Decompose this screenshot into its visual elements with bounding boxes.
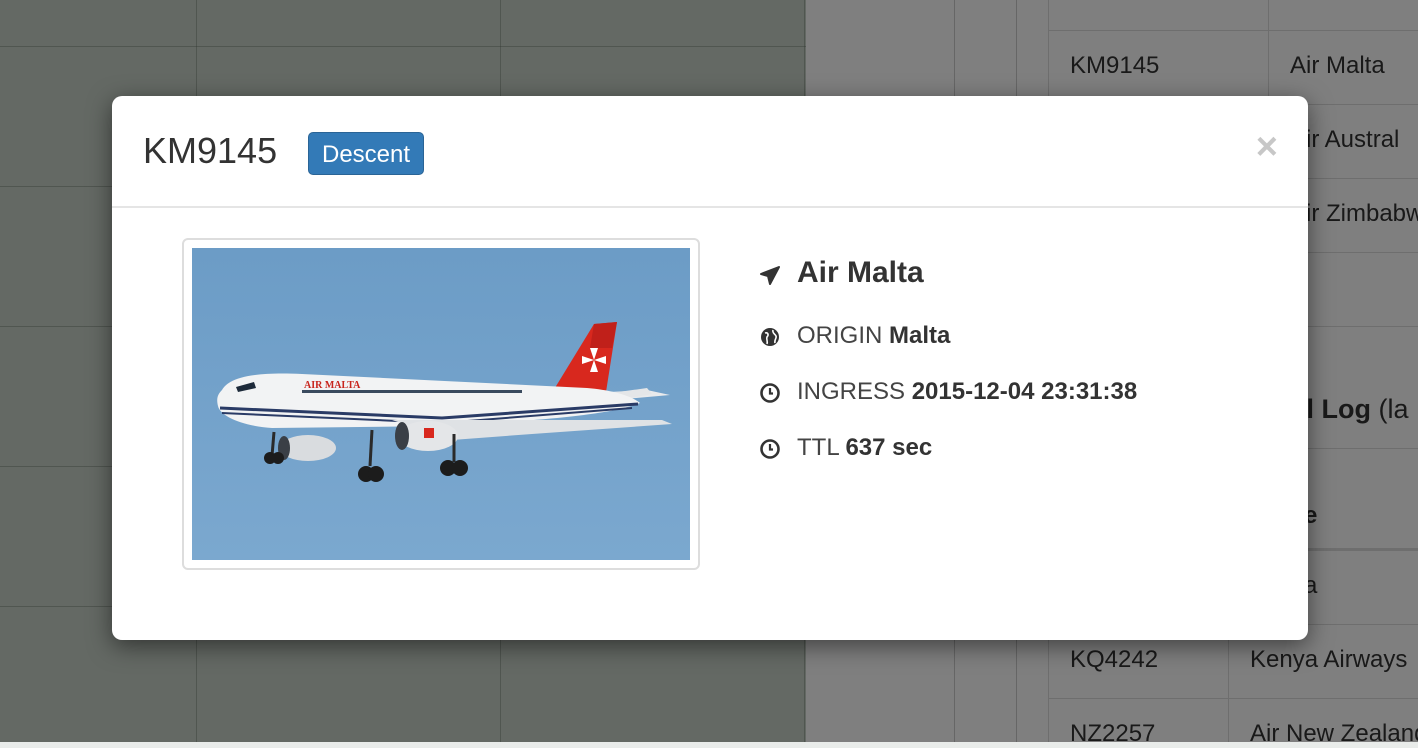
- close-button[interactable]: ×: [1256, 128, 1278, 166]
- svg-text:AIR MALTA: AIR MALTA: [304, 380, 361, 391]
- ingress-text: INGRESS 2015-12-04 23:31:38: [797, 378, 1138, 405]
- flight-code-title: KM9145: [143, 130, 278, 171]
- clock-icon: [760, 439, 780, 459]
- origin-text: ORIGIN Malta: [797, 322, 951, 349]
- aircraft-photo: AIR MALTA: [182, 238, 700, 570]
- globe-icon: [761, 328, 779, 346]
- status-badge: Descent: [308, 132, 425, 175]
- flight-detail-modal: KM9145 Descent × AIR MALTA Air Malta ORI…: [112, 96, 1308, 640]
- plane-icon: [760, 266, 780, 285]
- ttl-text: TTL 637 sec: [797, 434, 933, 461]
- airline-name: Air Malta: [797, 256, 924, 289]
- clock-icon: [760, 383, 780, 403]
- modal-header: KM9145 Descent ×: [112, 96, 1308, 208]
